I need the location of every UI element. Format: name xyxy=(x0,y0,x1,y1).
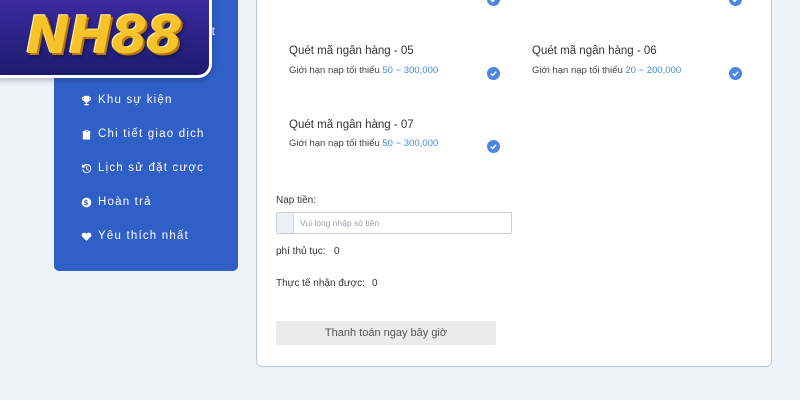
trophy-icon xyxy=(80,94,92,106)
method-limit: Giới hạn nạp tối thiểu 20 ~ 200,000 xyxy=(532,65,681,76)
method-limit: Giới hạn nạp tối thiểu 50 ~ 300,000 xyxy=(289,65,438,76)
history-icon xyxy=(80,162,92,174)
limit-separator: ~ xyxy=(395,138,402,149)
limit-separator: ~ xyxy=(638,65,645,76)
method-title: Quét mã ngân hàng - 05 xyxy=(289,45,414,57)
limit-label: Giới hạn nạp tối thiểu xyxy=(289,138,380,149)
sidebar-item-rebate[interactable]: $ Hoàn trả xyxy=(80,192,152,212)
actual-received-label: Thực tế nhận được: xyxy=(276,278,365,289)
limit-separator: ~ xyxy=(395,65,402,76)
limit-label: Giới hạn nạp tối thiểu xyxy=(532,65,623,76)
sidebar-item-label: Yêu thích nhất xyxy=(98,230,189,242)
deposit-amount-label: Nạp tiền: xyxy=(276,195,317,206)
fee-value: 0 xyxy=(334,246,340,257)
heart-icon xyxy=(80,230,92,242)
sidebar-item-label: Chi tiết giao dịch xyxy=(98,128,205,140)
limit-max: 200,000 xyxy=(646,65,682,76)
selected-check-icon xyxy=(487,140,500,153)
sidebar-item-favorites[interactable]: Yêu thích nhất xyxy=(80,226,189,246)
logo-text: NH88 xyxy=(26,6,182,66)
limit-max: 300,000 xyxy=(403,65,439,76)
brand-logo[interactable]: NH88 xyxy=(0,0,212,78)
clipboard-icon xyxy=(80,128,92,140)
selected-check-icon xyxy=(729,0,742,6)
method-title: Quét mã ngân hàng - 07 xyxy=(289,119,414,131)
sidebar-item-label: Khu sự kiện xyxy=(98,94,173,106)
limit-max: 300,000 xyxy=(403,138,439,149)
method-limit: Giới hạn nạp tối thiểu 50 ~ 300,000 xyxy=(289,138,438,149)
dollar-coin-icon: $ xyxy=(80,196,92,208)
limit-label: Giới hạn nạp tối thiểu xyxy=(289,65,380,76)
limit-min: 50 xyxy=(382,138,393,149)
input-addon xyxy=(277,213,294,233)
sidebar-item-label: Hoàn trả xyxy=(98,196,152,208)
deposit-amount-field[interactable] xyxy=(276,212,512,234)
sidebar-item-transactions[interactable]: Chi tiết giao dịch xyxy=(80,124,205,144)
method-title: Quét mã ngân hàng - 06 xyxy=(532,45,657,57)
deposit-panel: Quét mã ngân hàng - 05 Giới hạn nạp tối … xyxy=(256,0,772,367)
pay-now-button[interactable]: Thanh toán ngay bây giờ xyxy=(276,321,496,345)
selected-check-icon xyxy=(729,67,742,80)
sidebar-item-events[interactable]: Khu sự kiện xyxy=(80,90,173,110)
sidebar-item-label: Lịch sử đặt cược xyxy=(98,162,205,174)
limit-min: 20 xyxy=(625,65,636,76)
fee-label: phí thủ tục: xyxy=(276,246,326,257)
actual-received-value: 0 xyxy=(372,278,378,289)
svg-text:$: $ xyxy=(83,198,89,206)
limit-min: 50 xyxy=(382,65,393,76)
selected-check-icon xyxy=(487,0,500,6)
selected-check-icon xyxy=(487,67,500,80)
deposit-amount-input[interactable] xyxy=(294,213,511,233)
sidebar-item-bet-history[interactable]: Lịch sử đặt cược xyxy=(80,158,204,178)
